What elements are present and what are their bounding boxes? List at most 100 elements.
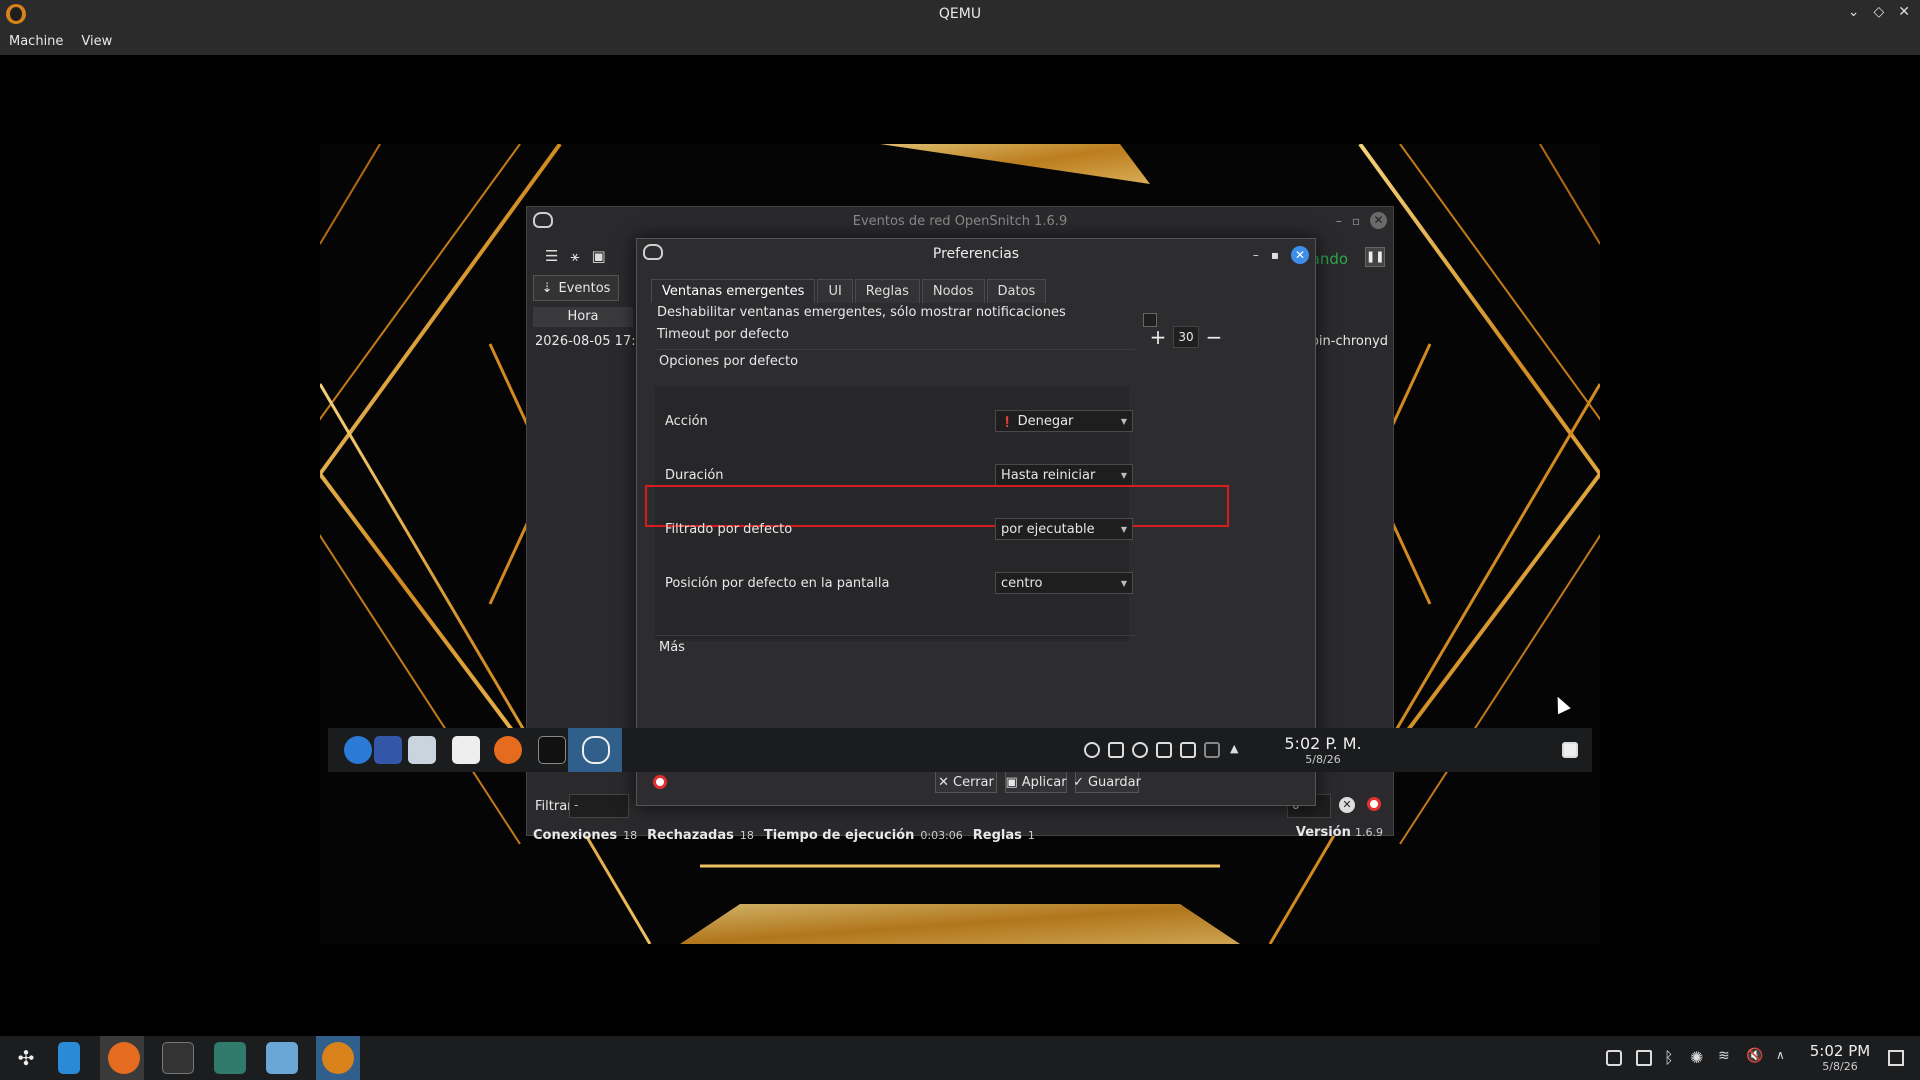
notification-bell-icon[interactable] (1606, 1050, 1622, 1066)
opensnitch-cloud-icon (643, 244, 663, 260)
close-icon[interactable]: ✕ (1291, 246, 1309, 264)
volume-muted-icon[interactable]: 🔇 (1746, 1048, 1763, 1064)
cerrar-button[interactable]: ✕ Cerrar (935, 771, 997, 793)
opensnitch-taskbar-icon[interactable] (582, 736, 610, 764)
close-icon[interactable]: ✕ (1370, 212, 1387, 229)
accion-select[interactable]: ❗ Denegar ▼ (995, 410, 1133, 432)
close-icon: ✕ (938, 774, 950, 790)
conexiones-label: Conexiones (533, 827, 618, 843)
filtrado-label: Filtrado por defecto (665, 521, 793, 537)
timeout-input[interactable]: 30 (1173, 326, 1199, 348)
menu-machine[interactable]: Machine (0, 34, 72, 49)
preferences-window-controls: – ▪ ✕ (1253, 246, 1309, 264)
disable-popups-label: Deshabilitar ventanas emergentes, sólo m… (657, 305, 1066, 320)
cerrar-label: Cerrar (953, 774, 994, 790)
minimize-icon[interactable]: – (1253, 248, 1259, 262)
guest-clock-date: 5/8/26 (1305, 753, 1341, 766)
duracion-value: Hasta reiniciar (1001, 467, 1096, 483)
rechazadas-count: 18 (739, 828, 754, 842)
ide-app-icon[interactable] (214, 1042, 246, 1074)
host-titlebar: QEMU ⌄ ◇ ✕ (0, 0, 1920, 28)
host-clock[interactable]: 5:02 PM 5/8/26 (1800, 1042, 1880, 1073)
event-row-time[interactable]: 2026-08-05 17:... (535, 334, 648, 349)
tab-datos[interactable]: Datos (986, 279, 1047, 303)
filtrado-select[interactable]: por ejecutable ▼ (995, 518, 1133, 540)
close-icon[interactable]: ✕ (1898, 4, 1910, 20)
guest-clock[interactable]: 5:02 P. M. 5/8/26 (1278, 734, 1368, 766)
accion-label: Acción (665, 413, 708, 429)
host-clock-date: 5/8/26 (1822, 1060, 1858, 1073)
maximize-icon[interactable]: ◇ (1873, 4, 1884, 20)
option-filtrado: Filtrado por defecto por ejecutable ▼ (663, 509, 1133, 549)
terminal-icon[interactable] (538, 736, 566, 764)
brightness-icon[interactable]: ✺ (1690, 1048, 1703, 1067)
menu-view[interactable]: View (72, 34, 121, 49)
bluetooth-icon[interactable]: ᛒ (1664, 1048, 1674, 1067)
document-app-icon[interactable] (58, 1042, 80, 1074)
network-icon[interactable]: ⚹ (570, 247, 579, 265)
clipboard-icon[interactable] (1636, 1050, 1652, 1066)
document-viewer-icon[interactable] (452, 736, 480, 764)
version-info: Versión 1.6.9 (1296, 825, 1387, 840)
clipboard-icon[interactable] (1108, 742, 1124, 758)
maximize-icon[interactable]: ▪ (1271, 248, 1279, 262)
show-desktop-icon[interactable] (1888, 1050, 1904, 1066)
aplicar-button[interactable]: ▣ Aplicar (1005, 771, 1067, 793)
timeout-stepper: + 30 − (1149, 325, 1223, 349)
file-manager-icon[interactable] (408, 736, 436, 764)
aplicar-label: Aplicar (1021, 774, 1067, 790)
tab-nodos[interactable]: Nodos (921, 279, 985, 303)
qemu-logo-icon (6, 4, 26, 24)
minimize-icon[interactable]: – (1336, 214, 1342, 228)
preferences-dialog: Preferencias – ▪ ✕ Ventanas emergentes U… (636, 238, 1316, 806)
posicion-select[interactable]: centro ▼ (995, 572, 1133, 594)
firefox-icon[interactable] (108, 1042, 140, 1074)
tab-ui[interactable]: UI (817, 279, 853, 303)
tab-reglas[interactable]: Reglas (854, 279, 920, 303)
calendar-app-icon[interactable] (374, 736, 402, 764)
guardar-button[interactable]: ✓ Guardar (1073, 771, 1141, 793)
qemu-window: QEMU ⌄ ◇ ✕ Machine View Eventos de red O… (0, 0, 1920, 1080)
rechazadas-label: Rechazadas (647, 827, 734, 843)
app-launcher-icon[interactable]: ✣ (10, 1042, 42, 1074)
wifi-icon[interactable]: ≋ (1718, 1048, 1730, 1064)
duracion-select[interactable]: Hasta reiniciar ▼ (995, 464, 1133, 486)
tab-eventos-label: Eventos (558, 280, 611, 296)
chevron-up-icon[interactable]: ∧ (1776, 1048, 1785, 1062)
tab-eventos[interactable]: ⇣ Eventos (533, 275, 619, 301)
clear-icon[interactable]: ✕ (1339, 797, 1355, 813)
qemu-icon[interactable] (322, 1042, 354, 1074)
edge-browser-icon[interactable] (344, 736, 372, 764)
save-icon[interactable] (1156, 742, 1172, 758)
show-desktop-icon[interactable] (1562, 742, 1578, 758)
group-opciones-por-defecto[interactable]: Opciones por defecto (655, 349, 1135, 373)
minimize-icon[interactable]: ⌄ (1848, 4, 1860, 20)
events-toolbar: ☰ ⚹ ▣ (545, 247, 606, 265)
opensnitch-tray-icon[interactable] (1084, 742, 1100, 758)
events-window-title: Eventos de red OpenSnitch 1.6.9 (852, 213, 1068, 229)
guest-clock-time: 5:02 P. M. (1284, 734, 1362, 753)
display-icon[interactable] (1180, 742, 1196, 758)
plus-icon[interactable]: + (1149, 325, 1167, 349)
menu-icon[interactable]: ☰ (545, 247, 558, 265)
version-value: 1.6.9 (1355, 826, 1383, 839)
help-lifebuoy-icon[interactable] (653, 775, 667, 789)
pause-button[interactable]: ❚❚ (1365, 247, 1385, 267)
minus-icon[interactable]: − (1205, 325, 1223, 349)
help-lifebuoy-icon[interactable] (1367, 797, 1381, 811)
network-disconnected-icon[interactable] (1204, 742, 1220, 758)
file-manager-icon[interactable] (266, 1042, 298, 1074)
tab-ventanas-emergentes[interactable]: Ventanas emergentes (651, 279, 816, 303)
column-header-hora[interactable]: Hora (533, 307, 633, 327)
chevron-down-icon: ▼ (1120, 416, 1127, 426)
preferences-titlebar: Preferencias – ▪ ✕ (637, 239, 1315, 269)
filter-input[interactable]: - (569, 794, 629, 818)
duracion-label: Duración (665, 467, 724, 483)
firefox-icon[interactable] (494, 736, 522, 764)
maximize-icon[interactable]: ▫ (1352, 214, 1360, 228)
terminal-icon[interactable] (162, 1042, 194, 1074)
group-mas[interactable]: Más (655, 635, 1135, 659)
brightness-icon[interactable] (1132, 742, 1148, 758)
new-rule-icon[interactable]: ▣ (591, 247, 605, 265)
chevron-up-icon[interactable]: ▲ (1230, 742, 1238, 755)
